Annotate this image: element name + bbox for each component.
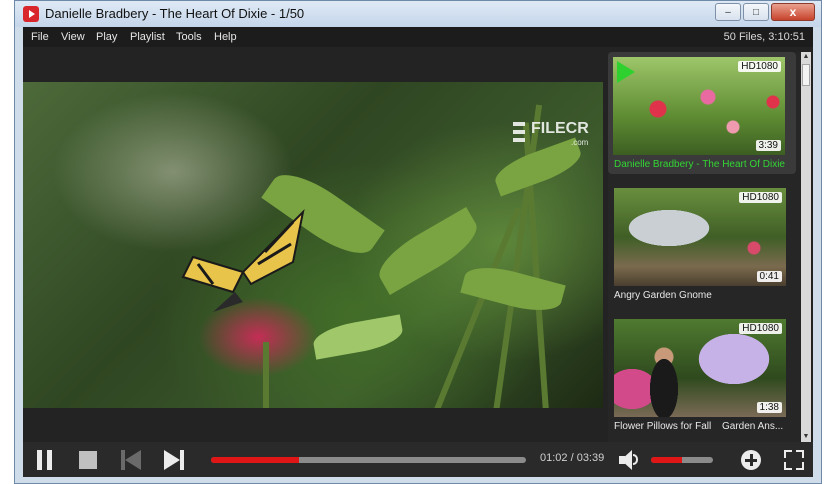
playlist-item-title: Danielle Bradbery - The Heart Of Dixie [614, 159, 785, 170]
butterfly-image [181, 208, 305, 312]
next-icon[interactable] [164, 450, 184, 470]
duration-badge: 0:41 [756, 271, 782, 282]
menu-file[interactable]: File [31, 31, 49, 43]
app-logo-icon [23, 6, 39, 22]
menu-play[interactable]: Play [96, 31, 117, 43]
time-display: 01:02 / 03:39 [540, 452, 605, 464]
title-bar[interactable]: Danielle Bradbery - The Heart Of Dixie -… [15, 1, 821, 27]
player-client-area: File View Play Playlist Tools Help 50 Fi… [23, 27, 813, 477]
video-area[interactable]: FILECR .com [23, 82, 603, 408]
seek-progress [211, 457, 300, 463]
volume-slider[interactable] [651, 457, 713, 463]
volume-icon[interactable] [619, 450, 639, 470]
quality-badge: HD1080 [739, 323, 782, 334]
seek-bar[interactable] [211, 457, 526, 463]
playlist-item-title: Angry Garden Gnome [614, 290, 712, 301]
now-playing-icon [617, 61, 635, 83]
scroll-down-icon[interactable]: ▼ [801, 432, 811, 442]
menu-help[interactable]: Help [214, 31, 237, 43]
menu-playlist[interactable]: Playlist [130, 31, 165, 43]
window-title: Danielle Bradbery - The Heart Of Dixie -… [45, 6, 305, 21]
watermark: FILECR .com [513, 120, 603, 156]
leaf [311, 314, 405, 360]
window-controls: – □ x [715, 3, 815, 21]
playlist-item[interactable]: HD1080 3:39 Danielle Bradbery - The Hear… [608, 52, 796, 174]
close-button[interactable]: x [771, 3, 815, 21]
plant-stem [263, 342, 269, 408]
quality-badge: HD1080 [739, 192, 782, 203]
menu-view[interactable]: View [61, 31, 85, 43]
previous-icon[interactable] [121, 450, 141, 470]
duration-badge: 3:39 [755, 140, 781, 151]
playlist-scrollbar[interactable]: ▲ ▼ [801, 52, 811, 442]
maximize-button[interactable]: □ [743, 3, 769, 21]
duration-badge: 1:38 [756, 402, 782, 413]
add-icon[interactable] [741, 450, 761, 470]
watermark-text: FILECR [531, 120, 589, 137]
control-bar: 01:02 / 03:39 [23, 442, 813, 477]
stop-icon[interactable] [79, 451, 97, 469]
app-window: Danielle Bradbery - The Heart Of Dixie -… [14, 0, 822, 484]
playlist-item[interactable]: HD1080 1:38 Flower Pillows for Fall Gard… [608, 314, 796, 436]
watermark-logo-icon [513, 122, 525, 146]
video-thumbnail: HD1080 1:38 [614, 319, 786, 417]
playlist-item-title: Flower Pillows for Fall [614, 421, 712, 432]
menu-bar: File View Play Playlist Tools Help 50 Fi… [23, 27, 813, 47]
pause-icon[interactable] [35, 450, 55, 470]
menu-tools[interactable]: Tools [176, 31, 202, 43]
file-count: 50 Files, 3:10:51 [723, 31, 805, 43]
video-thumbnail: HD1080 3:39 [613, 57, 785, 155]
scroll-up-icon[interactable]: ▲ [801, 52, 811, 62]
video-thumbnail: HD1080 0:41 [614, 188, 786, 286]
watermark-suffix: .com [571, 138, 589, 147]
scrollbar-thumb[interactable] [802, 64, 810, 86]
playlist-panel: HD1080 3:39 Danielle Bradbery - The Hear… [608, 52, 800, 442]
fullscreen-icon[interactable] [784, 450, 804, 470]
volume-level [651, 457, 682, 463]
playlist-item[interactable]: HD1080 0:41 Angry Garden Gnome [608, 183, 796, 305]
quality-badge: HD1080 [738, 61, 781, 72]
playlist-next-item-title: Garden Ans... [722, 421, 784, 432]
minimize-button[interactable]: – [715, 3, 741, 21]
